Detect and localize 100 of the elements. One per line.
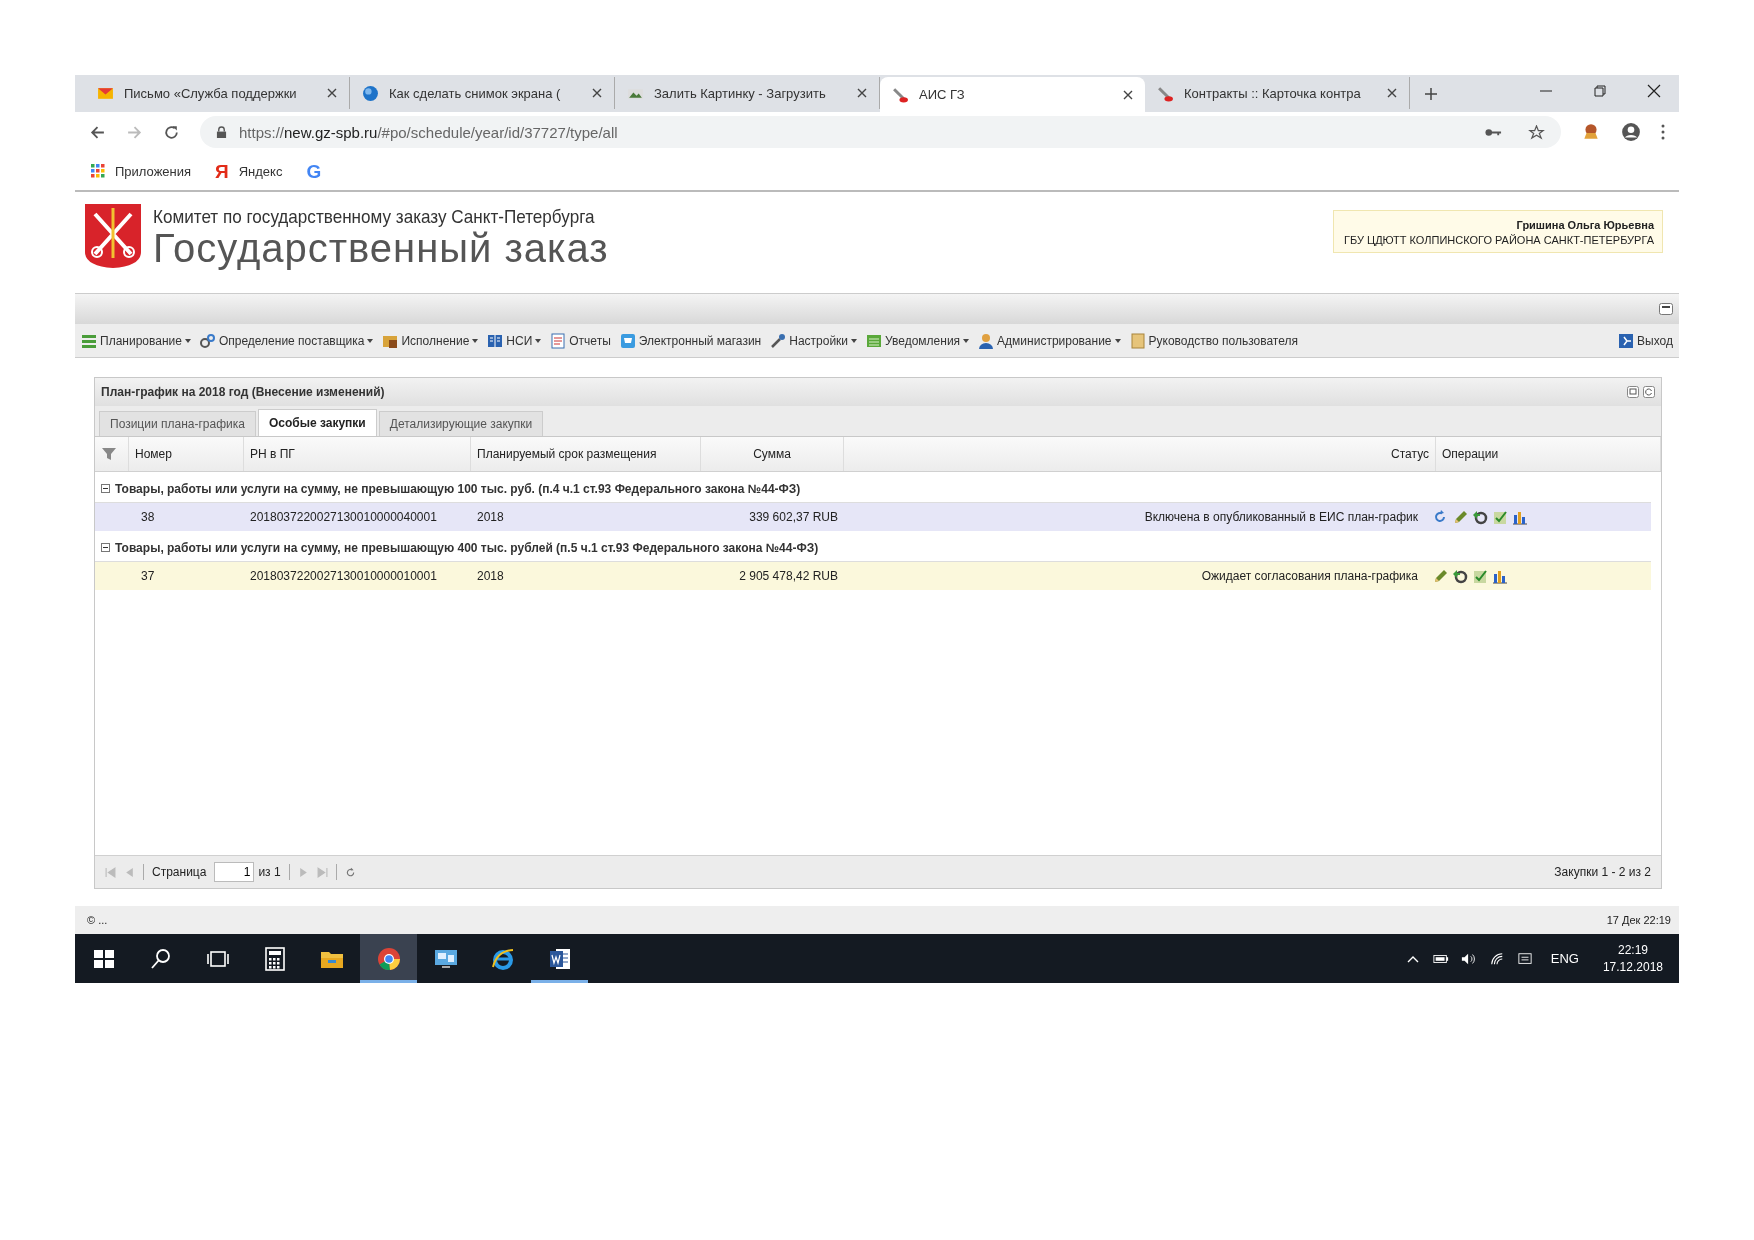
cart-icon: [619, 332, 636, 349]
taskbar-button[interactable]: [360, 934, 417, 983]
search-icon: [148, 946, 173, 971]
refresh-icon[interactable]: [1432, 509, 1448, 525]
restore-icon[interactable]: [1593, 84, 1607, 98]
column-header[interactable]: РН в ПГ: [244, 437, 471, 471]
organization-name: Комитет по государственному заказу Санкт-Петербурга: [153, 206, 595, 228]
book-icon: [487, 332, 504, 349]
bookmark[interactable]: Приложения: [91, 163, 192, 179]
panel-tab[interactable]: Детализирующие закупки: [378, 411, 544, 436]
table-cell-text: 2 905 478,42 RUB: [738, 568, 839, 585]
close-icon[interactable]: [1647, 84, 1661, 98]
gears-icon: [199, 332, 216, 349]
menu-item[interactable]: Администрирование: [978, 332, 1121, 349]
table-cell-text: 38: [140, 509, 156, 526]
menu-item[interactable]: Определение поставщика: [199, 332, 374, 349]
bookmark[interactable]: G: [306, 161, 322, 181]
bookmark[interactable]: Я Яндекс: [215, 161, 283, 181]
close-icon[interactable]: [857, 88, 867, 98]
collapse-icon[interactable]: [101, 484, 110, 493]
refresh-icon[interactable]: [1643, 386, 1655, 398]
manual-icon: [1129, 332, 1146, 349]
menu-item[interactable]: Планирование: [81, 332, 191, 349]
table-cell-text: 2018: [476, 568, 505, 585]
filter-icon: [101, 446, 117, 462]
close-icon[interactable]: [1387, 88, 1397, 98]
table-cell-text: 2018037220027130010000010001: [249, 568, 438, 585]
column-header[interactable]: Номер: [129, 437, 244, 471]
browser-tab[interactable]: Контракты :: Карточка контра: [1145, 77, 1410, 109]
column-header[interactable]: Статус: [844, 437, 1436, 471]
table-cell-text: 2018037220027130010000040001: [249, 509, 438, 526]
column-header[interactable]: Операции: [1436, 437, 1661, 471]
refresh-icon[interactable]: [344, 866, 356, 878]
bar-chart-icon[interactable]: [1512, 509, 1528, 525]
page-count: из 1: [258, 865, 281, 879]
menu-item[interactable]: НСИ: [487, 332, 542, 349]
table-row[interactable]: 37 2018037220027130010000010001 2018 2 905 478,42 RUB Ожидает согласования плана-графика: [95, 562, 1651, 590]
wrench-icon: [770, 332, 787, 349]
user-name: Гришина Ольга Юрьевна: [1515, 219, 1654, 231]
collapse-icon[interactable]: [101, 543, 110, 552]
page-input[interactable]: 1: [214, 862, 255, 882]
wifi-icon[interactable]: [1488, 951, 1505, 966]
table-cell-text: 2018: [476, 509, 505, 526]
volume-icon[interactable]: [1460, 951, 1477, 966]
menu-item[interactable]: Руководство пользователя: [1129, 332, 1298, 349]
user-icon: [978, 332, 995, 349]
copyright-text: © ...: [87, 914, 108, 926]
table-cell-text: Включена в опубликованный в ЕИС план-график: [1143, 509, 1419, 526]
calculator-icon: [262, 946, 287, 971]
menu-item[interactable]: Исполнение: [382, 332, 479, 349]
gear-icon[interactable]: [1452, 568, 1468, 584]
maximize-icon[interactable]: [1659, 303, 1673, 315]
more-icon[interactable]: [1661, 124, 1665, 140]
new-tab-icon[interactable]: [1424, 87, 1438, 101]
column-header[interactable]: Сумма: [701, 437, 844, 471]
column-header[interactable]: Планируемый срок размещения: [471, 437, 701, 471]
notes-icon: [866, 332, 883, 349]
date-time-text: 17 Дек 22:19: [1606, 914, 1671, 926]
menu-item[interactable]: Уведомления: [866, 332, 970, 349]
table-cell-text: 339 602,37 RUB: [748, 509, 839, 526]
extension-icon[interactable]: [1581, 122, 1601, 142]
menu-item[interactable]: Настройки: [770, 332, 858, 349]
close-icon[interactable]: [1123, 89, 1133, 100]
gear-icon[interactable]: [1472, 509, 1488, 525]
paging-summary: Закупки 1 - 2 из 2: [1554, 865, 1651, 879]
page-label: Страница: [152, 865, 207, 879]
panel-tab[interactable]: Особые закупки: [257, 409, 377, 436]
pencil-icon[interactable]: [1432, 568, 1448, 584]
wrench-icon: [892, 86, 909, 103]
account-icon[interactable]: [1621, 122, 1641, 142]
wrench-icon: [1157, 84, 1174, 102]
table-cell-text: 37: [140, 568, 156, 585]
apps-icon: [91, 164, 105, 178]
menu-item[interactable]: Отчеты: [550, 332, 611, 349]
document-icon: [550, 332, 567, 349]
approve-icon[interactable]: [1492, 509, 1508, 525]
browser-tab[interactable]: Как сделать снимок экрана (: [350, 77, 615, 109]
language-indicator[interactable]: ENG: [1550, 951, 1579, 966]
exit-button[interactable]: Выход: [1618, 332, 1673, 349]
address-bar[interactable]: https://new.gz-spb.ru/#po/schedule/year/id/37727/type/all: [200, 116, 1561, 148]
table-row[interactable]: 38 2018037220027130010000040001 2018 339 602,37 RUB Включена в опубликованный в ЕИС план-график: [95, 503, 1651, 531]
close-icon[interactable]: [592, 88, 602, 98]
reload-icon[interactable]: [163, 123, 180, 141]
notification-icon[interactable]: [1516, 951, 1533, 966]
bar-chart-icon[interactable]: [1492, 568, 1508, 584]
url-text: https://new.gz-spb.ru/#po/schedule/year/id/37727/type/all: [239, 123, 619, 141]
clock[interactable]: 22:19 17.12.2018: [1602, 941, 1663, 976]
list-icon: [81, 332, 97, 349]
panel-tab[interactable]: Позиции плана-графика: [99, 411, 256, 436]
star-icon[interactable]: [1528, 124, 1545, 140]
approve-icon[interactable]: [1472, 568, 1488, 584]
browser-tab[interactable]: АИС ГЗ: [880, 77, 1145, 112]
globe-icon: [362, 84, 379, 102]
coat-of-arms-icon: [83, 202, 143, 270]
browser-tab[interactable]: Письмо «Служба поддержки: [85, 77, 350, 109]
menu-item[interactable]: Электронный магазин: [619, 332, 762, 349]
document-icon: [547, 946, 572, 971]
panel-title: План-график на 2018 год (Внесение изменений): [101, 385, 386, 399]
table-cell-text: Ожидает согласования плана-графика: [1200, 568, 1419, 585]
close-icon[interactable]: [327, 88, 337, 98]
